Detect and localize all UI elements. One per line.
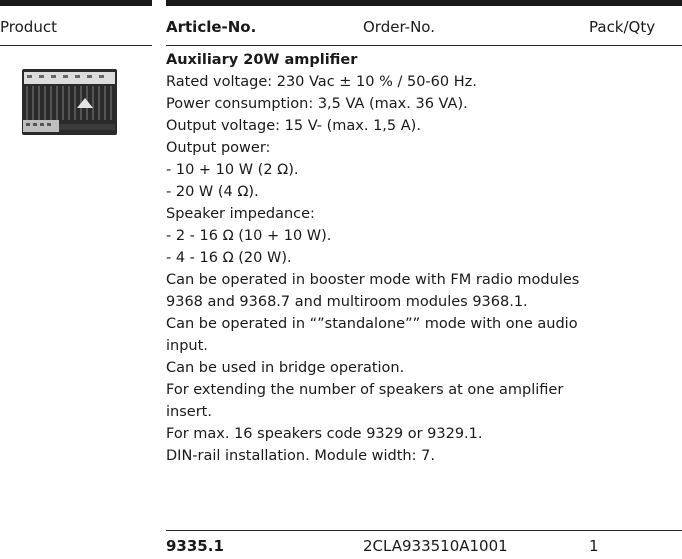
description-line: Can be operated in “”standalone”” mode w… xyxy=(166,316,578,332)
product-description: Auxiliary 20W amplifier Rated voltage: 2… xyxy=(166,49,682,467)
description-line: Output voltage: 15 V- (max. 1,5 A). xyxy=(166,118,421,134)
header-rule-left xyxy=(0,45,152,46)
description-line: - 20 W (4 Ω). xyxy=(166,184,259,200)
description-line: Output power: xyxy=(166,140,271,156)
header-pack-qty: Pack/Qty xyxy=(589,18,656,36)
article-number: 9335.1 xyxy=(166,537,224,555)
description-line: For extending the number of speakers at … xyxy=(166,382,564,398)
description-line: - 10 + 10 W (2 Ω). xyxy=(166,162,299,178)
top-rule-right xyxy=(166,0,682,6)
header-article-no: Article-No. xyxy=(166,18,257,36)
order-number: 2CLA933510A1001 xyxy=(363,537,508,555)
description-line: For max. 16 speakers code 9329 or 9329.1… xyxy=(166,426,483,442)
header-rule-right xyxy=(166,45,682,46)
description-line: - 4 - 16 Ω (20 W). xyxy=(166,250,292,266)
description-line: insert. xyxy=(166,404,212,420)
description-line: Speaker impedance: xyxy=(166,206,315,222)
description-line: 9368 and 9368.7 and multiroom modules 93… xyxy=(166,294,528,310)
description-line: Power consumption: 3,5 VA (max. 36 VA). xyxy=(166,96,468,112)
amplifier-module-image xyxy=(17,56,122,148)
description-line: Can be used in bridge operation. xyxy=(166,360,405,376)
pack-quantity: 1 xyxy=(589,537,599,555)
description-line: - 2 - 16 Ω (10 + 10 W). xyxy=(166,228,332,244)
description-line: input. xyxy=(166,338,208,354)
row-separator xyxy=(166,530,682,531)
description-line: Rated voltage: 230 Vac ± 10 % / 50-60 Hz… xyxy=(166,74,477,90)
description-line: DIN-rail installation. Module width: 7. xyxy=(166,448,435,464)
top-rule-left xyxy=(0,0,152,6)
product-title: Auxiliary 20W amplifier xyxy=(166,52,358,68)
header-order-no: Order-No. xyxy=(363,18,435,36)
description-line: Can be operated in booster mode with FM … xyxy=(166,272,580,288)
product-image xyxy=(17,56,122,148)
header-product: Product xyxy=(0,18,57,36)
